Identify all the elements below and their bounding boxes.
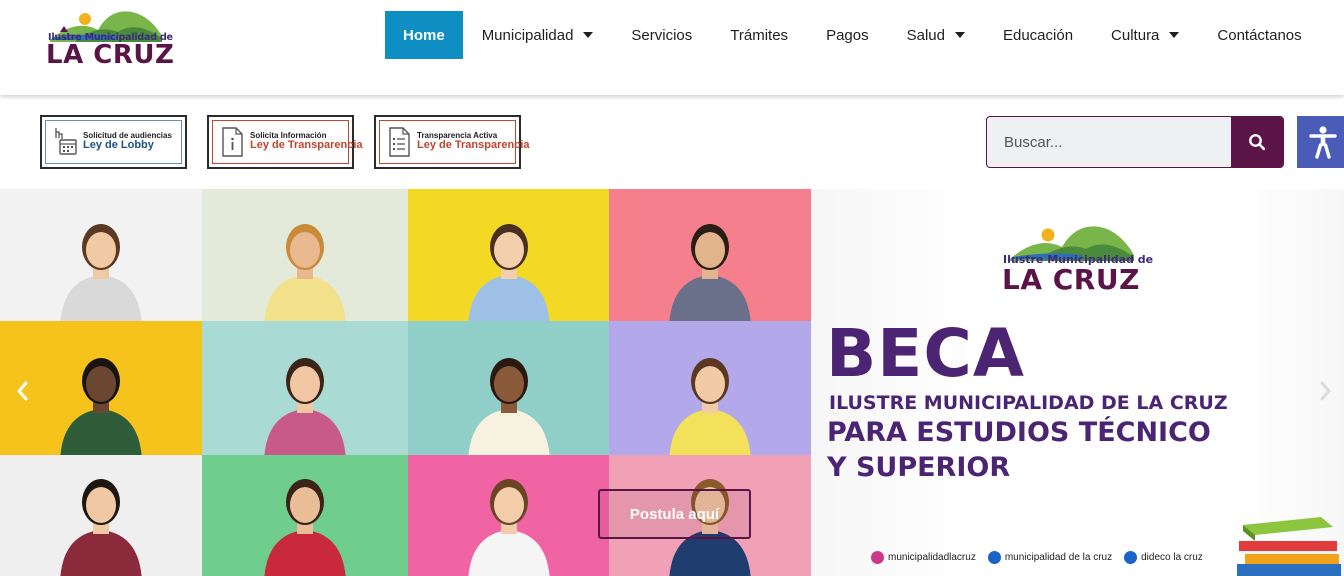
student-photo — [202, 189, 408, 321]
accessibility-person-icon — [1309, 126, 1337, 159]
student-photo — [0, 455, 202, 576]
facebook-icon — [1124, 551, 1138, 564]
site-header: Ilustre Municipalidad de LA CRUZ Home Mu… — [0, 0, 1344, 95]
calendar-hand-icon — [55, 128, 77, 155]
chevron-right-icon — [1320, 381, 1331, 401]
banner-ley-de-lobby[interactable]: Solicitud de audiencias Ley de Lobby — [40, 115, 187, 169]
student-figure — [264, 479, 346, 576]
banner-text: Solicita Información Ley de Transparenci… — [250, 131, 363, 152]
slider-prev-arrow[interactable] — [12, 379, 32, 403]
student-figure — [669, 358, 751, 455]
student-figure — [468, 479, 549, 576]
slide-title: BECA — [826, 315, 1025, 392]
nav-contactanos-label: Contáctanos — [1217, 26, 1302, 44]
chevron-down-icon — [1169, 32, 1180, 38]
main-nav: Home Municipalidad Servicios Trámites Pa… — [385, 11, 1321, 59]
social-label: municipalidad de la cruz — [1004, 552, 1113, 563]
social-label: dideco la cruz — [1141, 552, 1203, 563]
student-photo — [202, 321, 408, 455]
student-figure — [264, 358, 346, 455]
slide-info-panel: Ilustre Municipalidad de LA CRUZ BECA IL… — [811, 189, 1344, 576]
slide-subtitle-estudios: PARA ESTUDIOS TÉCNICO — [827, 417, 1211, 448]
nav-pagos[interactable]: Pagos — [807, 11, 888, 59]
search-input[interactable] — [987, 117, 1232, 167]
logo-name: LA CRUZ — [46, 40, 175, 70]
nav-salud[interactable]: Salud — [888, 11, 984, 59]
student-photo — [609, 189, 811, 321]
banner-big-label: Ley de Transparencia — [250, 139, 363, 152]
chevron-down-icon — [954, 32, 965, 38]
site-logo[interactable]: Ilustre Municipalidad de LA CRUZ — [46, 2, 174, 70]
banner-text: Transparencia Activa Ley de Transparenci… — [417, 131, 530, 152]
list-document-icon — [389, 127, 410, 157]
nav-home[interactable]: Home — [385, 11, 463, 59]
nav-educacion-label: Educación — [1002, 26, 1074, 44]
nav-servicios-label: Servicios — [631, 26, 693, 44]
hero-slider: Ilustre Municipalidad de LA CRUZ BECA IL… — [0, 189, 1344, 576]
nav-municipalidad-label: Municipalidad — [481, 26, 574, 44]
books-illustration — [1237, 517, 1341, 576]
accessibility-button[interactable] — [1297, 116, 1344, 168]
slide-subtitle-superior: Y SUPERIOR — [827, 452, 1011, 483]
banner-solicita-informacion[interactable]: Solicita Información Ley de Transparenci… — [207, 115, 363, 169]
student-photo — [408, 321, 609, 455]
social-facebook-municipalidad[interactable]: municipalidad de la cruz — [987, 551, 1113, 564]
nav-tramites[interactable]: Trámites — [711, 11, 807, 59]
postula-aqui-button[interactable]: Postula aquí — [598, 489, 751, 539]
instagram-icon — [871, 551, 884, 564]
nav-contactanos[interactable]: Contáctanos — [1198, 11, 1320, 59]
banner-big-label: Ley de Transparencia — [417, 139, 530, 152]
search-box — [986, 116, 1284, 168]
social-facebook-dideco[interactable]: dideco la cruz — [1124, 551, 1203, 564]
social-instagram[interactable]: municipalidadlacruz — [871, 551, 976, 564]
student-photo — [408, 189, 609, 321]
nav-servicios[interactable]: Servicios — [612, 11, 711, 59]
banner-transparencia-activa[interactable]: Transparencia Activa Ley de Transparenci… — [374, 115, 530, 169]
student-photo — [202, 455, 408, 576]
nav-municipalidad[interactable]: Municipalidad — [463, 11, 613, 59]
student-photo — [609, 321, 811, 455]
student-figure — [60, 358, 142, 455]
social-label: municipalidadlacruz — [888, 552, 976, 563]
student-figure — [264, 224, 346, 321]
slider-next-arrow[interactable] — [1316, 379, 1336, 403]
banner-big-label: Ley de Lobby — [83, 139, 154, 152]
search-button[interactable] — [1231, 117, 1283, 167]
student-figure — [60, 479, 142, 576]
facebook-icon — [987, 551, 1001, 564]
banner-inner: Transparencia Activa Ley de Transparenci… — [379, 120, 530, 164]
student-figure — [468, 358, 549, 455]
nav-educacion[interactable]: Educación — [984, 11, 1092, 59]
nav-pagos-label: Pagos — [826, 26, 869, 44]
chevron-down-icon — [583, 32, 594, 38]
nav-cultura-label: Cultura — [1111, 26, 1160, 44]
search-icon — [1249, 134, 1266, 151]
banner-inner: Solicitud de audiencias Ley de Lobby — [45, 120, 182, 164]
nav-home-label: Home — [403, 26, 445, 44]
student-figure — [468, 224, 549, 321]
social-links: municipalidadlacruz municipalidad de la … — [871, 551, 1215, 564]
slide-subtitle-municipalidad: ILUSTRE MUNICIPALIDAD DE LA CRUZ — [829, 392, 1228, 414]
nav-cultura[interactable]: Cultura — [1092, 11, 1198, 59]
chevron-left-icon — [17, 381, 28, 401]
nav-tramites-label: Trámites — [730, 26, 789, 44]
student-photo — [0, 189, 202, 321]
info-document-icon — [222, 127, 243, 157]
nav-salud-label: Salud — [906, 26, 945, 44]
banner-text: Solicitud de audiencias Ley de Lobby — [83, 131, 172, 152]
student-photo — [408, 455, 609, 576]
student-figure — [669, 224, 751, 321]
slide-logo-name: LA CRUZ — [1002, 263, 1140, 296]
banner-inner: Solicita Información Ley de Transparenci… — [212, 120, 363, 164]
student-figure — [60, 224, 142, 321]
